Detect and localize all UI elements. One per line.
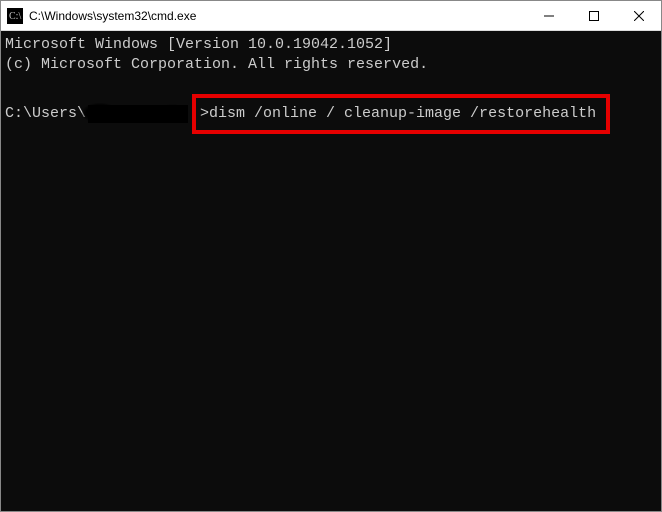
svg-text:C:\: C:\ bbox=[9, 11, 21, 22]
copyright-line: (c) Microsoft Corporation. All rights re… bbox=[5, 55, 657, 75]
maximize-button[interactable] bbox=[571, 1, 616, 30]
version-line: Microsoft Windows [Version 10.0.19042.10… bbox=[5, 35, 657, 55]
window-controls bbox=[526, 1, 661, 30]
command-highlight: >dism /online / cleanup-image /restorehe… bbox=[192, 94, 610, 134]
redacted-username bbox=[88, 105, 188, 123]
minimize-button[interactable] bbox=[526, 1, 571, 30]
close-button[interactable] bbox=[616, 1, 661, 30]
cmd-window: C:\ C:\Windows\system32\cmd.exe Microsof… bbox=[0, 0, 662, 512]
cmd-icon: C:\ bbox=[7, 8, 23, 24]
window-title: C:\Windows\system32\cmd.exe bbox=[29, 9, 526, 23]
titlebar[interactable]: C:\ C:\Windows\system32\cmd.exe bbox=[1, 1, 661, 31]
prompt-row: C:\Users\ >dism /online / cleanup-image … bbox=[5, 94, 657, 134]
prompt-prefix: C:\Users\ bbox=[5, 104, 86, 124]
terminal-area[interactable]: Microsoft Windows [Version 10.0.19042.10… bbox=[1, 31, 661, 511]
